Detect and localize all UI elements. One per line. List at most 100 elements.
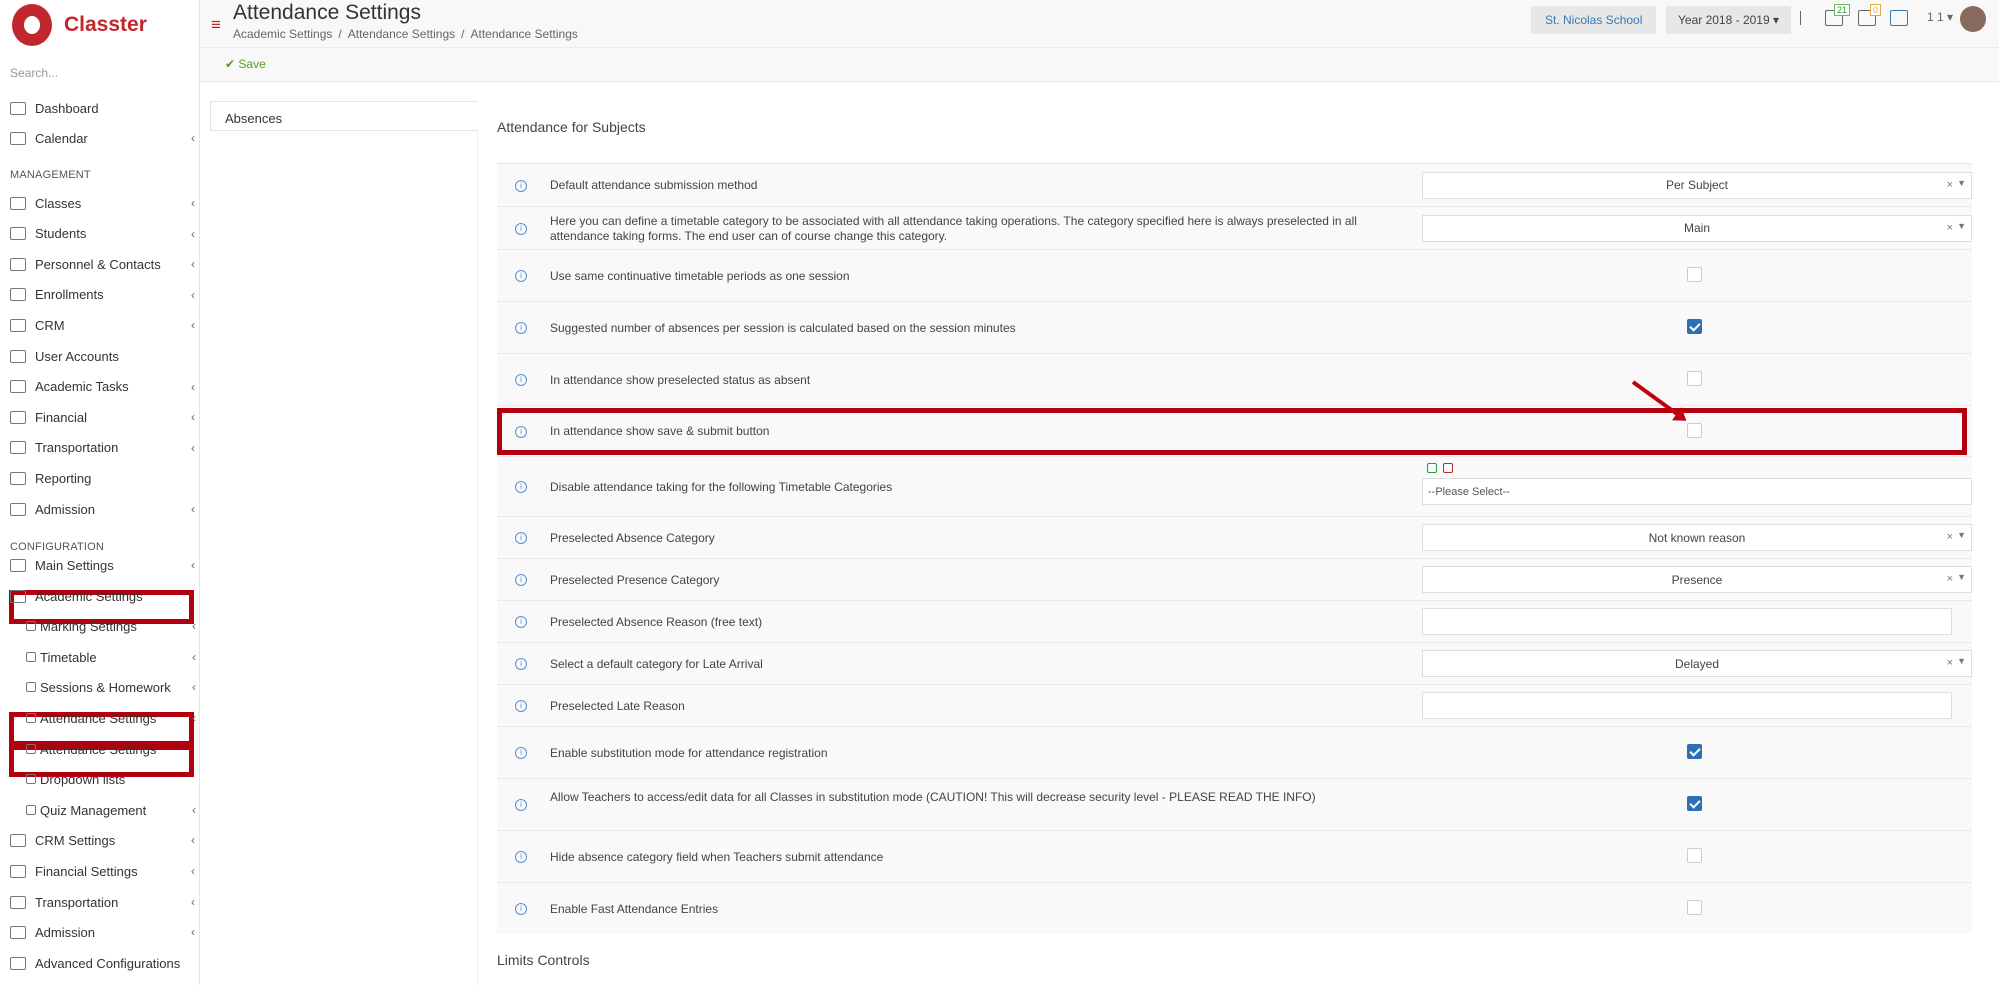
hamburger-menu-icon[interactable]: ≡ bbox=[211, 15, 221, 35]
setting-select[interactable]: Per Subject × ▼ bbox=[1422, 171, 1972, 199]
info-icon[interactable]: i bbox=[515, 616, 527, 628]
page-title: Attendance Settings bbox=[233, 1, 421, 24]
sidebar-item-icon bbox=[10, 380, 26, 394]
sidebar-item[interactable]: Students ‹ bbox=[10, 222, 195, 246]
clear-icon[interactable]: × bbox=[1947, 179, 1953, 191]
messages-badge: 0 bbox=[1870, 4, 1882, 16]
sidebar-item-dashboard[interactable]: Dashboard bbox=[10, 96, 195, 120]
sidebar-item[interactable]: CRM Settings ‹ bbox=[10, 828, 195, 852]
breadcrumb: Academic Settings / Attendance Settings … bbox=[233, 27, 578, 41]
sidebar-item[interactable]: Quiz Management ‹ bbox=[26, 798, 196, 822]
chevron-left-icon: ‹ bbox=[191, 558, 195, 572]
info-icon[interactable]: i bbox=[515, 532, 527, 544]
sidebar-item[interactable]: Financial Settings ‹ bbox=[10, 859, 195, 883]
info-icon[interactable]: i bbox=[515, 574, 527, 586]
clear-icon[interactable]: × bbox=[1947, 222, 1953, 234]
setting-text-input[interactable] bbox=[1422, 692, 1952, 719]
breadcrumb-item[interactable]: Academic Settings bbox=[233, 27, 332, 41]
deselect-all-icon[interactable] bbox=[1443, 463, 1453, 473]
sidebar-item[interactable]: Marking Settings ‹ bbox=[26, 614, 196, 638]
setting-select[interactable]: Delayed × ▼ bbox=[1422, 650, 1972, 677]
setting-checkbox[interactable] bbox=[1687, 267, 1702, 282]
sidebar-item[interactable]: Attendance Settings bbox=[26, 737, 196, 761]
sidebar-item[interactable]: Main Settings ‹ bbox=[10, 553, 195, 577]
chevron-down-icon[interactable]: ▼ bbox=[1957, 178, 1966, 188]
info-icon[interactable]: i bbox=[515, 799, 527, 811]
save-button[interactable]: ✔ Save bbox=[225, 57, 266, 71]
sidebar-item[interactable]: Advanced Configurations bbox=[10, 951, 195, 975]
setting-checkbox[interactable] bbox=[1687, 900, 1702, 915]
info-icon[interactable]: i bbox=[515, 270, 527, 282]
setting-select[interactable]: Presence × ▼ bbox=[1422, 566, 1972, 593]
app-logo[interactable]: Classter bbox=[12, 4, 147, 46]
select-value: Presence bbox=[1671, 572, 1723, 587]
sidebar-item[interactable]: Transportation ‹ bbox=[10, 890, 195, 914]
setting-label: Disable attendance taking for the follow… bbox=[550, 479, 893, 494]
select-all-icon[interactable] bbox=[1427, 463, 1437, 473]
info-icon[interactable]: i bbox=[515, 747, 527, 759]
select-value: Per Subject bbox=[1665, 178, 1729, 192]
setting-checkbox[interactable] bbox=[1687, 796, 1702, 811]
breadcrumb-item[interactable]: Attendance Settings bbox=[348, 27, 455, 41]
sidebar-item[interactable]: Admission ‹ bbox=[10, 497, 195, 521]
setting-label: Preselected Absence Category bbox=[550, 530, 715, 545]
clear-icon[interactable]: × bbox=[1947, 531, 1953, 543]
chevron-down-icon[interactable]: ▼ bbox=[1957, 572, 1966, 582]
sidebar-item[interactable]: Financial ‹ bbox=[10, 405, 195, 429]
info-icon[interactable]: i bbox=[515, 481, 527, 493]
setting-select[interactable]: Main × ▼ bbox=[1422, 214, 1972, 242]
sidebar-item[interactable]: Timetable ‹ bbox=[26, 645, 196, 669]
sidebar-item-icon bbox=[10, 257, 26, 271]
sidebar-item[interactable]: User Accounts bbox=[10, 344, 195, 368]
setting-checkbox[interactable] bbox=[1687, 319, 1702, 334]
chevron-left-icon: ‹ bbox=[191, 379, 195, 394]
avatar[interactable] bbox=[1960, 6, 1986, 32]
sidebar-item-label: Enrollments bbox=[35, 287, 104, 303]
management-section-label: MANAGEMENT bbox=[10, 169, 91, 181]
sidebar-item[interactable]: Academic Settings bbox=[10, 584, 195, 608]
school-selector[interactable]: St. Nicolas School bbox=[1531, 6, 1657, 34]
sidebar-item-calendar[interactable]: Calendar ‹ bbox=[10, 126, 195, 150]
sidebar-search-input[interactable]: Search... bbox=[10, 66, 58, 80]
setting-text-input[interactable] bbox=[1422, 608, 1952, 635]
user-count[interactable]: 1 1 ▾ bbox=[1927, 10, 1953, 24]
clear-icon[interactable]: × bbox=[1947, 573, 1953, 585]
info-icon[interactable]: i bbox=[515, 374, 527, 386]
info-icon[interactable]: i bbox=[515, 322, 527, 334]
chevron-down-icon[interactable]: ▼ bbox=[1957, 221, 1966, 231]
info-icon[interactable]: i bbox=[515, 179, 527, 192]
sidebar-item[interactable]: Reporting bbox=[10, 466, 195, 490]
setting-select[interactable]: Not known reason × ▼ bbox=[1422, 524, 1972, 551]
tab-absences[interactable]: Absences bbox=[210, 101, 478, 131]
chevron-down-icon[interactable]: ▼ bbox=[1957, 530, 1966, 540]
sidebar-item[interactable]: Admission ‹ bbox=[10, 920, 195, 944]
sidebar-item[interactable]: Sessions & Homework ‹ bbox=[26, 675, 196, 699]
setting-checkbox[interactable] bbox=[1687, 848, 1702, 863]
info-icon[interactable]: i bbox=[515, 700, 527, 712]
setting-row: i Hide absence category field when Teache… bbox=[497, 830, 1972, 882]
sidebar-item[interactable]: Dropdown lists bbox=[26, 767, 196, 791]
setting-checkbox[interactable] bbox=[1687, 371, 1702, 386]
setting-row: i Suggested number of absences per sessio… bbox=[497, 301, 1972, 353]
info-icon[interactable]: i bbox=[515, 658, 527, 670]
timetable-categories-multiselect[interactable]: --Please Select-- bbox=[1422, 478, 1972, 505]
sidebar-item[interactable]: Transportation ‹ bbox=[10, 436, 195, 460]
sidebar-item[interactable]: CRM ‹ bbox=[10, 313, 195, 337]
sidebar-item[interactable]: Classes ‹ bbox=[10, 191, 195, 215]
info-icon[interactable]: i bbox=[515, 903, 527, 915]
sidebar-item-icon bbox=[26, 805, 36, 815]
chevron-left-icon: ‹ bbox=[191, 440, 195, 455]
sidebar-item-icon bbox=[10, 864, 26, 878]
info-icon[interactable]: i bbox=[515, 851, 527, 863]
sidebar-item[interactable]: Attendance Settings ‹ bbox=[26, 706, 196, 730]
sidebar-item[interactable]: Enrollments ‹ bbox=[10, 283, 195, 307]
sidebar-item[interactable]: Personnel & Contacts ‹ bbox=[10, 252, 195, 276]
setting-checkbox[interactable] bbox=[1687, 744, 1702, 759]
chevron-down-icon[interactable]: ▼ bbox=[1957, 656, 1966, 666]
flag-icon[interactable] bbox=[1800, 11, 1814, 25]
sidebar-item[interactable]: Academic Tasks ‹ bbox=[10, 375, 195, 399]
clear-icon[interactable]: × bbox=[1947, 657, 1953, 669]
cloud-upload-icon[interactable] bbox=[1890, 10, 1908, 26]
info-icon[interactable]: i bbox=[515, 222, 527, 235]
year-selector[interactable]: Year 2018 - 2019 ▾ bbox=[1666, 6, 1791, 34]
